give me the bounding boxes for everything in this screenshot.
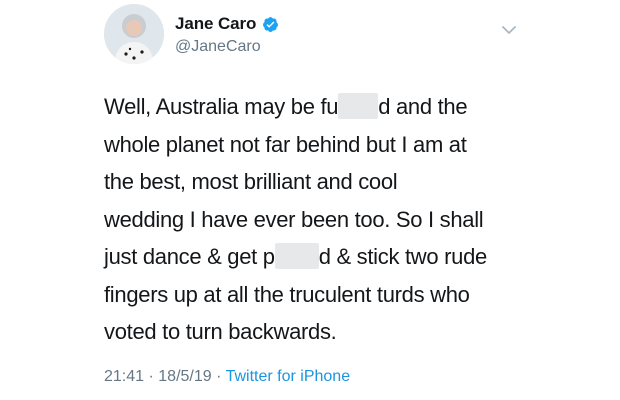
meta-separator: · (211, 368, 226, 385)
tweet-time[interactable]: 21:41 (104, 368, 144, 385)
tweet-line: voted to turn backwards. (104, 319, 337, 344)
tweet-line: the best, most brilliant and cool (104, 169, 398, 194)
meta-separator: · (144, 368, 159, 385)
avatar-image (104, 4, 164, 64)
tweet-line: wedding I have ever been too. So I shall (104, 206, 484, 232)
censored-blur (274, 243, 319, 270)
avatar[interactable] (104, 4, 164, 64)
user-name-row: Jane Caro (175, 14, 279, 34)
tweet-line: fingers up at all the truculent turds wh… (104, 281, 470, 307)
tweet-line: whole planet not far behind but I am at (104, 131, 467, 157)
tweet-source-link[interactable]: Twitter for iPhone (226, 368, 351, 385)
tweet-text: Well, Australia may be fu d and the whole… (104, 88, 524, 351)
verified-badge-icon (263, 16, 279, 32)
tweet-card: Jane Caro @JaneCaro Well, Australia may … (0, 0, 620, 400)
tweet-line: just dance & get pd & stick two rude (104, 243, 487, 270)
tweet-meta: 21:41 · 18/5/19 · Twitter for iPhone (104, 368, 350, 386)
chevron-down-icon[interactable] (500, 24, 518, 36)
tweet-line: Well, Australia may be fu d and the (104, 93, 468, 120)
tweet-date[interactable]: 18/5/19 (158, 368, 211, 385)
censored-blur (338, 93, 379, 120)
user-handle[interactable]: @JaneCaro (175, 38, 261, 56)
display-name[interactable]: Jane Caro (175, 14, 256, 34)
